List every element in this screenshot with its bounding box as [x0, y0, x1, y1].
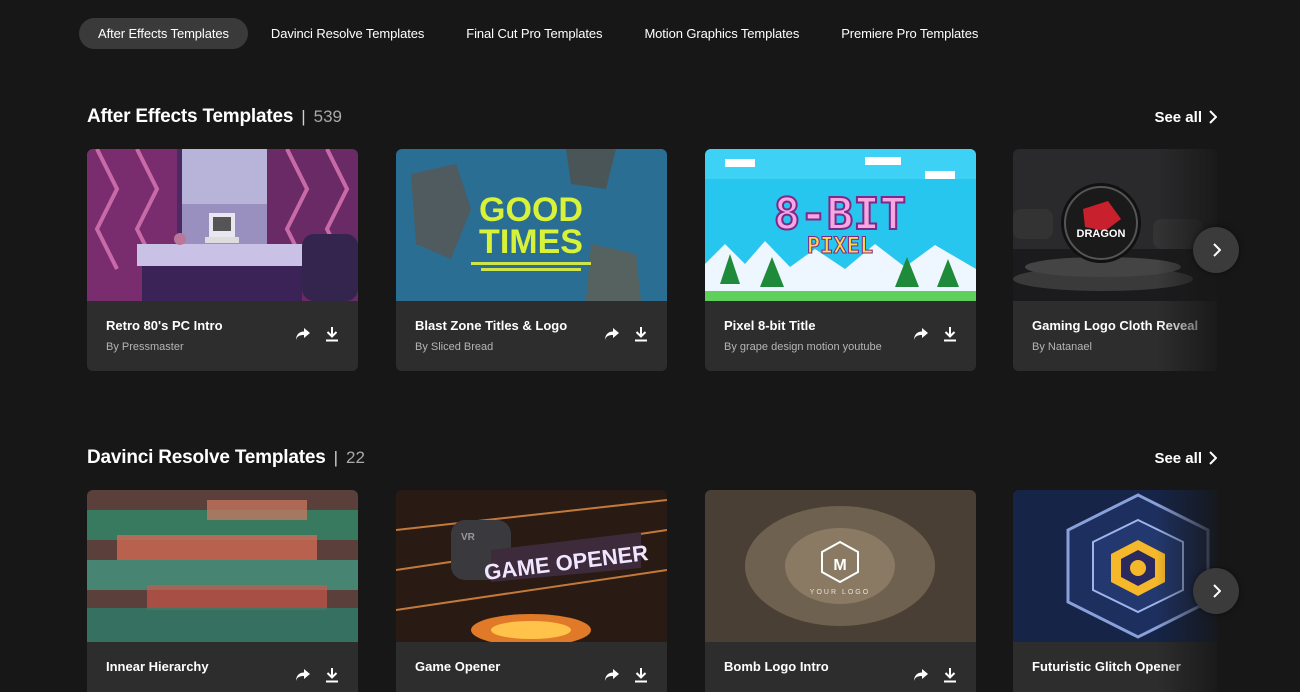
- tab-motion-graphics[interactable]: Motion Graphics Templates: [625, 18, 818, 49]
- card-thumbnail[interactable]: [87, 149, 358, 301]
- download-icon: [635, 668, 647, 683]
- thumb-logo-text-line1: 8-BIT: [774, 189, 906, 240]
- chevron-right-icon: [1212, 584, 1221, 598]
- download-icon: [326, 668, 338, 683]
- card-meta: Pixel 8-bit Title By grape design motion…: [705, 301, 976, 371]
- download-icon: [326, 327, 338, 342]
- thumb-logo-letter: M: [833, 557, 846, 574]
- section-title: After Effects Templates: [87, 106, 294, 127]
- card-meta: Blast Zone Titles & Logo By Sliced Bread: [396, 301, 667, 371]
- template-card[interactable]: GOOD TIMES Blast Zone Titles & Logo By S…: [396, 149, 667, 371]
- download-icon: [635, 327, 647, 342]
- download-icon: [944, 327, 956, 342]
- share-icon: [914, 669, 928, 681]
- share-button[interactable]: [603, 325, 621, 343]
- see-all-link[interactable]: See all: [1154, 446, 1217, 470]
- card-title[interactable]: Innear Hierarchy: [106, 659, 209, 674]
- card-title[interactable]: Retro 80's PC Intro: [106, 318, 223, 333]
- share-button[interactable]: [912, 666, 930, 684]
- card-author[interactable]: By Natanael: [1032, 341, 1092, 353]
- card-meta: Bomb Logo Intro: [705, 642, 976, 692]
- share-button[interactable]: [294, 666, 312, 684]
- card-meta: Innear Hierarchy: [87, 642, 358, 692]
- card-title[interactable]: Pixel 8-bit Title: [724, 318, 816, 333]
- card-meta: Game Opener: [396, 642, 667, 692]
- card-row: Innear Hierarchy VR GAME OPENER Game Ope…: [87, 490, 1217, 692]
- tab-final-cut-pro[interactable]: Final Cut Pro Templates: [447, 18, 621, 49]
- section-separator: |: [301, 107, 306, 126]
- thumb-vr-text: VR: [461, 532, 476, 543]
- download-button[interactable]: [323, 325, 341, 343]
- chevron-right-icon: [1209, 110, 1217, 124]
- card-title[interactable]: Blast Zone Titles & Logo: [415, 318, 567, 333]
- card-thumbnail[interactable]: 8-BIT PIXEL: [705, 149, 976, 301]
- card-author[interactable]: By grape design motion youtube: [724, 341, 882, 353]
- card-meta: Retro 80's PC Intro By Pressmaster: [87, 301, 358, 371]
- see-all-label: See all: [1154, 108, 1202, 126]
- thumb-logo-text-line2: PIXEL: [807, 234, 873, 259]
- download-button[interactable]: [941, 325, 959, 343]
- tab-premiere-pro[interactable]: Premiere Pro Templates: [822, 18, 997, 49]
- template-card[interactable]: Innear Hierarchy: [87, 490, 358, 692]
- share-icon: [605, 669, 619, 681]
- section-separator: |: [333, 448, 339, 467]
- download-button[interactable]: [941, 666, 959, 684]
- download-button[interactable]: [632, 666, 650, 684]
- card-thumbnail[interactable]: M YOUR LOGO: [705, 490, 976, 642]
- card-thumbnail[interactable]: [87, 490, 358, 642]
- card-thumbnail[interactable]: [1013, 490, 1217, 642]
- section-after-effects: After Effects Templates | 539 See all Re…: [87, 105, 1217, 371]
- template-card[interactable]: VR GAME OPENER Game Opener: [396, 490, 667, 692]
- tab-after-effects[interactable]: After Effects Templates: [79, 18, 248, 49]
- share-icon: [296, 328, 310, 340]
- download-button[interactable]: [323, 666, 341, 684]
- template-card[interactable]: Futuristic Glitch Opener: [1013, 490, 1217, 692]
- share-button[interactable]: [294, 325, 312, 343]
- card-meta: Gaming Logo Cloth Reveal By Natanael: [1013, 301, 1217, 371]
- card-thumbnail[interactable]: DRAGON: [1013, 149, 1217, 301]
- template-card[interactable]: Retro 80's PC Intro By Pressmaster: [87, 149, 358, 371]
- section-count: 539: [313, 107, 343, 126]
- carousel-next-button[interactable]: [1193, 227, 1239, 273]
- card-title[interactable]: Bomb Logo Intro: [724, 659, 829, 674]
- card-thumbnail[interactable]: VR GAME OPENER: [396, 490, 667, 642]
- thumb-logo-text: DRAGON: [1077, 228, 1126, 240]
- carousel-next-button[interactable]: [1193, 568, 1239, 614]
- card-title[interactable]: Gaming Logo Cloth Reveal: [1032, 318, 1198, 333]
- share-button[interactable]: [603, 666, 621, 684]
- see-all-label: See all: [1154, 449, 1202, 467]
- card-author[interactable]: By Sliced Bread: [415, 341, 493, 353]
- tab-davinci-resolve[interactable]: Davinci Resolve Templates: [252, 18, 443, 49]
- template-card[interactable]: DRAGON Gaming Logo Cloth Reveal By Natan…: [1013, 149, 1217, 371]
- card-author[interactable]: By Pressmaster: [106, 341, 184, 353]
- share-icon: [914, 328, 928, 340]
- chevron-right-icon: [1209, 451, 1217, 465]
- card-title[interactable]: Futuristic Glitch Opener: [1032, 659, 1181, 674]
- card-row: Retro 80's PC Intro By Pressmaster GOOD …: [87, 149, 1217, 371]
- template-card[interactable]: M YOUR LOGO Bomb Logo Intro: [705, 490, 976, 692]
- section-count: 22: [346, 448, 365, 467]
- see-all-link[interactable]: See all: [1154, 105, 1217, 129]
- section-title: Davinci Resolve Templates: [87, 447, 326, 468]
- card-title[interactable]: Game Opener: [415, 659, 500, 674]
- category-tabs: After Effects Templates Davinci Resolve …: [79, 18, 1001, 49]
- thumb-logo-text: YOUR LOGO: [810, 589, 870, 596]
- share-icon: [296, 669, 310, 681]
- chevron-right-icon: [1212, 243, 1221, 257]
- share-icon: [605, 328, 619, 340]
- card-thumbnail[interactable]: GOOD TIMES: [396, 149, 667, 301]
- templates-page: After Effects Templates Davinci Resolve …: [0, 0, 1300, 692]
- section-header: After Effects Templates | 539 See all: [87, 105, 1217, 129]
- thumb-logo-text-line2: TIMES: [479, 223, 583, 261]
- template-card[interactable]: 8-BIT PIXEL Pixel 8-bit Title By grape d…: [705, 149, 976, 371]
- download-icon: [944, 668, 956, 683]
- section-header: Davinci Resolve Templates | 22 See all: [87, 446, 1217, 470]
- section-davinci-resolve: Davinci Resolve Templates | 22 See all I…: [87, 446, 1217, 692]
- share-button[interactable]: [912, 325, 930, 343]
- download-button[interactable]: [632, 325, 650, 343]
- card-meta: Futuristic Glitch Opener: [1013, 642, 1217, 692]
